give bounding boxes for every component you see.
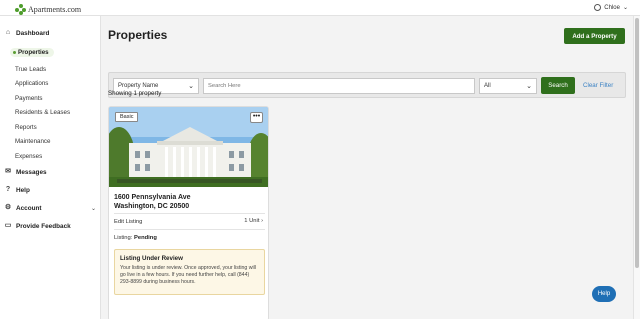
review-notice: Listing Under Review Your listing is und… — [114, 249, 265, 295]
sidebar-item-account[interactable]: ⚙ Account — [4, 204, 42, 212]
sidebar-item-expenses[interactable]: Expenses — [15, 153, 42, 160]
sidebar-item-label: Help — [16, 186, 30, 194]
chevron-right-icon: › — [261, 218, 263, 224]
sidebar-item-applications[interactable]: Applications — [15, 80, 48, 87]
filter-bar: Property Name ⌄ All ⌄ Search Clear Filte… — [108, 72, 626, 98]
more-options-icon[interactable]: ••• — [250, 112, 263, 123]
sidebar-item-payments[interactable]: Payments — [15, 95, 43, 102]
sidebar-item-maintenance[interactable]: Maintenance — [15, 138, 50, 145]
help-button[interactable]: Help — [592, 286, 616, 302]
property-address[interactable]: 1600 Pennsylvania Ave Washington, DC 205… — [114, 193, 191, 211]
feedback-icon: ▭ — [4, 222, 12, 229]
chevron-down-icon: ⌄ — [526, 83, 532, 90]
add-property-button[interactable]: Add a Property — [564, 28, 625, 44]
listing-status-value: Pending — [134, 235, 157, 241]
sidebar-item-dashboard[interactable]: ⌂ Dashboard — [4, 29, 50, 37]
results-count: Showing 1 property — [108, 90, 162, 97]
sidebar-item-feedback[interactable]: ▭ Provide Feedback — [4, 222, 71, 230]
sidebar-item-label: Messages — [16, 168, 47, 176]
property-card[interactable]: Basic ••• 1600 Pennsylvania Ave Washingt… — [108, 106, 269, 319]
sidebar-item-label: Dashboard — [16, 29, 50, 37]
sidebar-item-label: Provide Feedback — [16, 222, 71, 230]
home-icon: ⌂ — [5, 29, 11, 36]
status-select[interactable]: All ⌄ — [479, 78, 537, 94]
logo-mark-icon — [15, 4, 26, 15]
chevron-down-icon: ⌄ — [188, 83, 194, 90]
brand-logo[interactable]: Apartments.com — [15, 4, 81, 15]
page-title: Properties — [108, 28, 168, 42]
message-icon: ✉ — [5, 168, 11, 175]
clear-filter-link[interactable]: Clear Filter — [583, 82, 613, 89]
scrollbar-thumb[interactable] — [635, 18, 639, 268]
sidebar: ⌂ Dashboard Properties True Leads Applic… — [0, 16, 101, 319]
gear-icon: ⚙ — [4, 204, 12, 211]
sidebar-item-residents-leases[interactable]: Residents & Leases — [15, 109, 70, 116]
unit-count: 1 Unit — [244, 218, 260, 224]
sidebar-item-properties[interactable]: Properties — [10, 48, 54, 57]
sidebar-item-messages[interactable]: ✉ Messages — [4, 168, 47, 176]
chevron-down-icon: ⌄ — [622, 5, 628, 11]
edit-listing-link[interactable]: Edit Listing — [114, 219, 142, 225]
divider — [114, 213, 265, 214]
status-select-value: All — [484, 83, 491, 89]
search-button[interactable]: Search — [541, 77, 575, 94]
search-input[interactable] — [203, 78, 475, 94]
help-circle-icon: ? — [5, 186, 11, 193]
user-name: Chloe — [604, 4, 620, 11]
review-title: Listing Under Review — [120, 255, 183, 262]
divider — [114, 229, 265, 230]
sidebar-item-true-leads[interactable]: True Leads — [15, 66, 46, 73]
user-circle-icon — [594, 4, 602, 11]
sidebar-item-reports[interactable]: Reports — [15, 124, 37, 131]
scrollbar[interactable] — [633, 16, 640, 319]
plan-badge: Basic — [115, 112, 139, 122]
main-content: Properties Add a Property Property Name … — [101, 16, 633, 319]
sidebar-item-label: Account — [16, 204, 42, 212]
listing-status: Listing: Pending — [114, 235, 157, 241]
sidebar-item-help[interactable]: ? Help — [4, 186, 30, 194]
address-line-1: 1600 Pennsylvania Ave — [114, 194, 191, 201]
active-dot-icon — [13, 50, 16, 54]
field-select-value: Property Name — [118, 83, 159, 89]
listing-label: Listing: — [114, 235, 133, 241]
unit-count-link[interactable]: 1 Unit › — [244, 218, 263, 224]
brand-name: Apartments.com — [28, 5, 82, 14]
user-menu[interactable]: Chloe ⌄ — [594, 4, 628, 11]
chevron-down-icon[interactable]: ⌄ — [91, 205, 96, 212]
review-text: Your listing is under review. Once appro… — [120, 265, 256, 285]
address-line-2: Washington, DC 20500 — [114, 203, 190, 210]
top-bar: Apartments.com Chloe ⌄ — [0, 0, 640, 16]
sidebar-item-label: Properties — [18, 49, 49, 56]
